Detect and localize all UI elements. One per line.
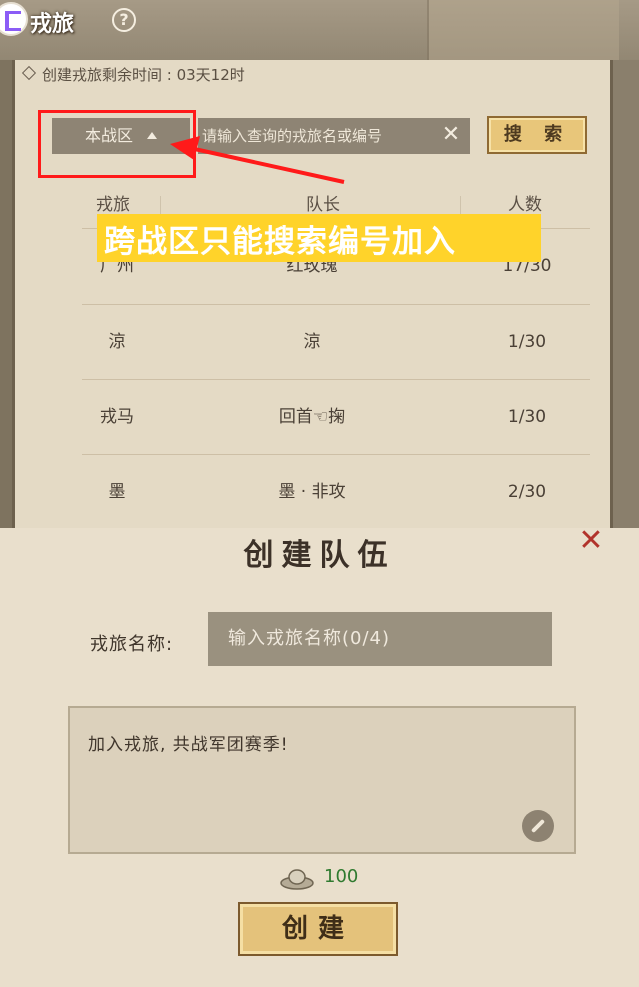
create-button[interactable]: 创建 [238, 902, 398, 956]
ingot-top [288, 869, 306, 885]
motto-text: 加入戎旅, 共战军团赛季! [88, 735, 289, 755]
timer-text: 创建戎旅剩余时间 : 03天12时 [42, 66, 245, 84]
arrow-head [170, 136, 200, 160]
create-timer: 创建戎旅剩余时间 : 03天12时 [21, 64, 245, 85]
motto-textarea[interactable] [68, 706, 576, 854]
row-count: 1/30 [507, 407, 547, 427]
help-icon[interactable]: ? [112, 8, 136, 32]
search-button[interactable]: 搜 索 [487, 116, 587, 154]
arrow-shaft [189, 146, 345, 184]
row-name: 墨 [108, 482, 126, 502]
row-count: 2/30 [507, 482, 547, 502]
left-frame [0, 60, 12, 530]
annotation-arrow-icon [170, 136, 345, 184]
row-leader: 回首☜掬 [278, 407, 346, 427]
column-header-count: 人数 [508, 195, 542, 215]
ingot-icon [280, 869, 314, 890]
row-name: 戎马 [100, 407, 134, 427]
row-leader: 墨 · 非攻 [278, 482, 346, 502]
table-row[interactable]: 墨 墨 · 非攻 2/30 [82, 454, 590, 530]
team-name-label: 戎旅名称: [90, 634, 174, 655]
diamond-icon [21, 65, 37, 81]
row-name: 涼 [108, 332, 126, 352]
column-header-name: 戎旅 [96, 195, 130, 215]
table-row[interactable]: 涼 涼 1/30 [82, 304, 590, 380]
clear-search-icon[interactable]: ✕ [440, 118, 462, 154]
page-title: 戎旅 [30, 11, 75, 37]
dialog-title: 创建队伍 [243, 538, 396, 573]
column-header-leader: 队长 [306, 195, 340, 215]
right-frame [613, 60, 639, 530]
row-count: 1/30 [507, 332, 547, 352]
close-icon[interactable]: ✕ [574, 526, 608, 556]
annotation-banner-text: 跨战区只能搜索编号加入 [104, 224, 456, 260]
table-row[interactable]: 戎马 回首☜掬 1/30 [82, 379, 590, 455]
team-name-input[interactable]: 输入戎旅名称(0/4) [208, 612, 552, 666]
edit-icon[interactable] [522, 810, 554, 842]
row-leader: 涼 [303, 332, 321, 352]
cost-value: 100 [324, 866, 359, 887]
